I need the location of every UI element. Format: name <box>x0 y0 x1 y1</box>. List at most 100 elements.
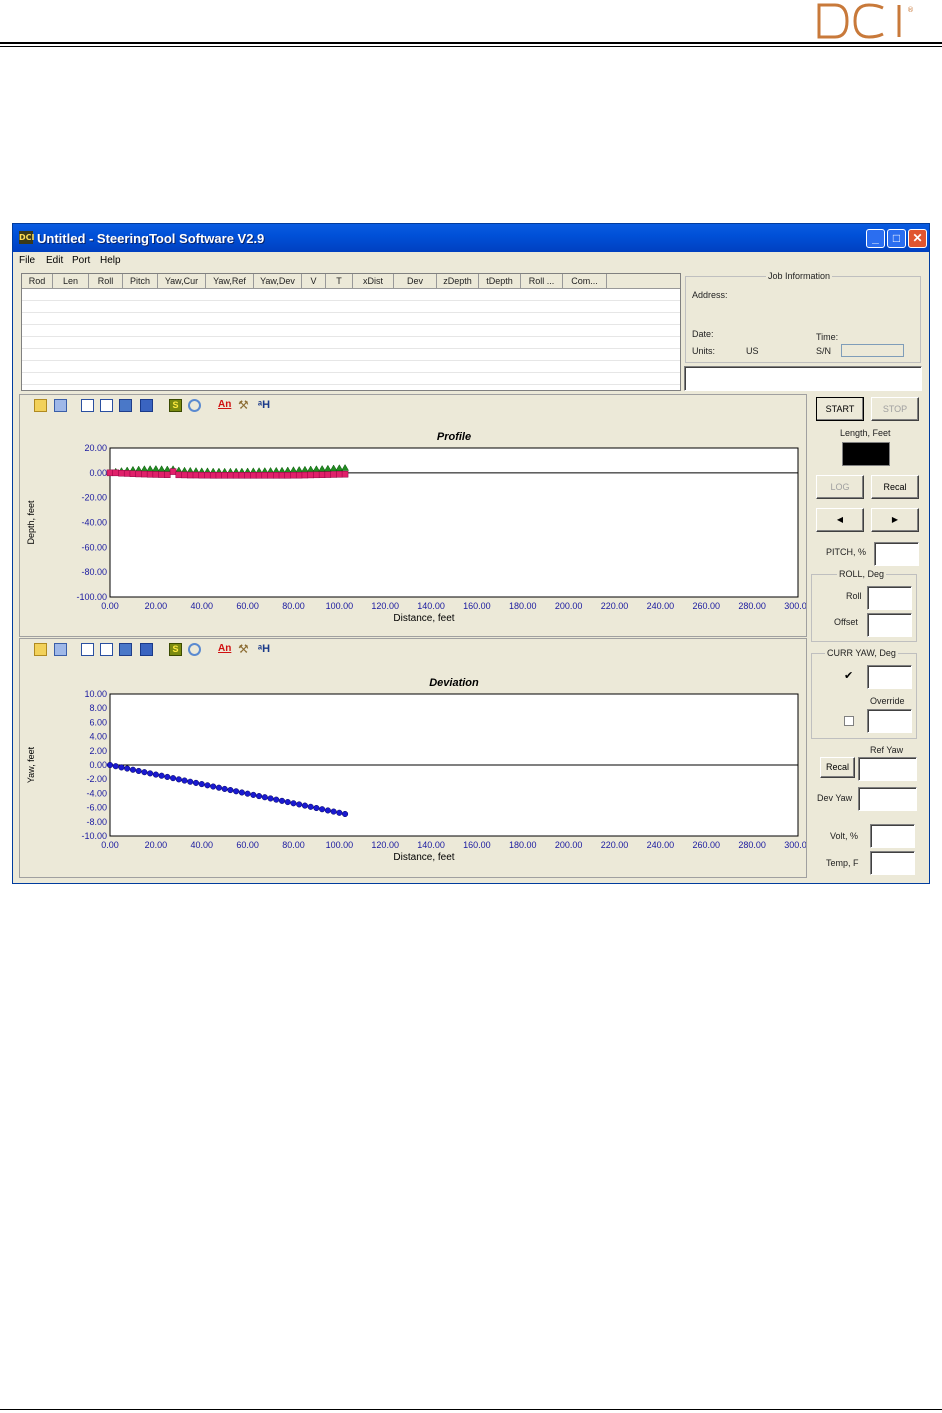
ref-yaw-field[interactable] <box>858 757 917 781</box>
log-button[interactable]: LOG <box>816 475 864 499</box>
data-point-circle <box>210 783 217 790</box>
pitch-field[interactable] <box>874 542 919 566</box>
open-icon[interactable] <box>34 399 47 412</box>
zoom-icon[interactable] <box>188 643 201 656</box>
profile-chart: Profile 0.00 20.00 40.00 60.00 80.00 100.00 120… <box>26 431 806 624</box>
ref-yaw-recal-button[interactable]: Recal <box>820 757 855 778</box>
col-roll-more[interactable]: Roll ... <box>521 274 563 288</box>
col-yaw-ref[interactable]: Yaw,Ref <box>206 274 254 288</box>
temp-field[interactable] <box>870 851 915 875</box>
data-point-circle <box>221 785 228 792</box>
table-icon[interactable] <box>140 643 153 656</box>
y-tick-label: 0.00 <box>89 468 107 478</box>
menu-file[interactable]: File <box>19 255 35 266</box>
data-point-square <box>238 472 246 479</box>
col-dev[interactable]: Dev <box>394 274 437 288</box>
data-point-circle <box>141 769 148 776</box>
col-zdepth[interactable]: zDepth <box>437 274 479 288</box>
override-checkbox[interactable] <box>844 716 854 726</box>
dev-yaw-field[interactable] <box>858 787 917 811</box>
page2-icon[interactable] <box>100 643 113 656</box>
x-tick-label: 20.00 <box>145 601 168 611</box>
an-icon[interactable]: An <box>218 399 231 412</box>
data-point-circle <box>192 779 200 786</box>
zoom-icon[interactable] <box>188 399 201 412</box>
data-point-circle <box>250 791 257 798</box>
data-point-circle <box>278 797 286 804</box>
roll-field[interactable] <box>867 586 912 610</box>
page1-icon[interactable] <box>81 399 94 412</box>
col-len[interactable]: Len <box>53 274 89 288</box>
x-tick-label: 200.00 <box>555 601 583 611</box>
job-information-group: Job Information Address: Date: Time: Uni… <box>685 271 921 363</box>
data-point-circle <box>227 787 234 794</box>
data-point-square <box>318 471 326 478</box>
footer-rule <box>0 1409 942 1410</box>
dev-yaw-label: Dev Yaw <box>817 793 853 803</box>
rod-data-grid[interactable]: Rod Len Roll Pitch Yaw,Cur Yaw,Ref Yaw,D… <box>21 273 681 391</box>
copy-icon[interactable] <box>54 643 67 656</box>
data-point-circle <box>152 771 159 778</box>
header-rule-thin <box>0 46 942 47</box>
col-t[interactable]: T <box>326 274 353 288</box>
open-icon[interactable] <box>34 643 47 656</box>
data-point-circle <box>215 784 222 791</box>
tool-icon[interactable]: ⚒ <box>238 643 251 656</box>
s-icon[interactable]: S <box>169 399 182 412</box>
volt-label: Volt, % <box>830 831 859 841</box>
data-point-circle <box>106 761 114 769</box>
status-box <box>684 366 922 391</box>
key-icon[interactable]: ᵃH <box>258 399 271 412</box>
y-axis-label: Yaw, feet <box>26 746 36 783</box>
s-icon[interactable]: S <box>169 643 182 656</box>
col-yaw-dev[interactable]: Yaw,Dev <box>254 274 302 288</box>
menu-help[interactable]: Help <box>100 255 121 266</box>
start-button[interactable]: START <box>816 397 864 421</box>
col-v[interactable]: V <box>302 274 326 288</box>
menu-edit[interactable]: Edit <box>46 255 63 266</box>
col-rod[interactable]: Rod <box>22 274 53 288</box>
y-tick-label: 4.00 <box>89 732 107 742</box>
col-roll[interactable]: Roll <box>89 274 123 288</box>
sn-field <box>841 344 904 357</box>
list-icon[interactable] <box>119 399 132 412</box>
col-xdist[interactable]: xDist <box>353 274 394 288</box>
grid-row-line <box>22 300 680 301</box>
y-tick-label: -20.00 <box>81 493 107 503</box>
col-pitch[interactable]: Pitch <box>123 274 158 288</box>
minimize-button[interactable]: _ <box>866 229 885 248</box>
copy-icon[interactable] <box>54 399 67 412</box>
x-axis-label: Distance, feet <box>393 613 454 624</box>
stop-button[interactable]: STOP <box>871 397 919 421</box>
list-icon[interactable] <box>119 643 132 656</box>
prev-button[interactable]: ◀ <box>816 508 864 532</box>
x-tick-label: 260.00 <box>693 601 721 611</box>
key-icon[interactable]: ᵃH <box>258 643 271 656</box>
grid-row-line <box>22 360 680 361</box>
x-tick-label: 180.00 <box>509 840 537 850</box>
col-yaw-cur[interactable]: Yaw,Cur <box>158 274 206 288</box>
curr-yaw-field[interactable] <box>867 665 912 689</box>
recal-button[interactable]: Recal <box>871 475 919 499</box>
next-button[interactable]: ▶ <box>871 508 919 532</box>
title-bar[interactable]: DCI Untitled - SteeringTool Software V2.… <box>13 224 929 252</box>
tool-icon[interactable]: ⚒ <box>238 399 251 412</box>
col-tdepth[interactable]: tDepth <box>479 274 521 288</box>
close-button[interactable]: ✕ <box>908 229 927 248</box>
offset-field[interactable] <box>867 613 912 637</box>
time-label: Time: <box>816 332 839 342</box>
override-field[interactable] <box>867 709 912 733</box>
col-comment[interactable]: Com... <box>563 274 607 288</box>
x-tick-label: 220.00 <box>601 601 629 611</box>
x-tick-label: 300.00 <box>784 601 806 611</box>
header-rule <box>0 42 942 44</box>
table-icon[interactable] <box>140 399 153 412</box>
page1-icon[interactable] <box>81 643 94 656</box>
an-icon[interactable]: An <box>218 643 231 656</box>
sn-label: S/N <box>816 346 832 356</box>
maximize-button[interactable]: □ <box>887 229 906 248</box>
menu-port[interactable]: Port <box>72 255 90 266</box>
volt-field[interactable] <box>870 824 915 848</box>
page2-icon[interactable] <box>100 399 113 412</box>
curr-yaw-checkbox[interactable]: ✔ <box>844 671 854 682</box>
